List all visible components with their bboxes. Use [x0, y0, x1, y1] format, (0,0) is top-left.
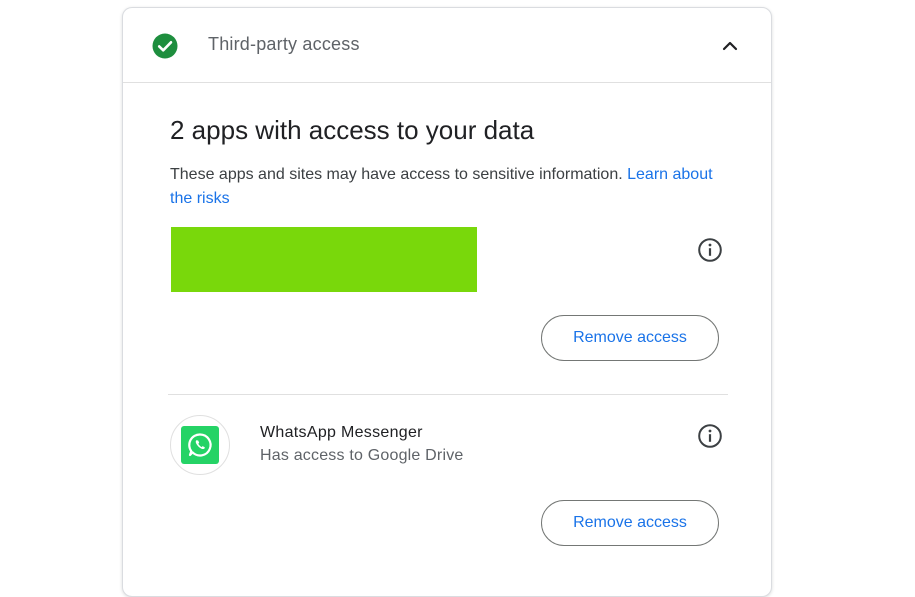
app-logo	[170, 415, 230, 475]
chevron-up-icon[interactable]	[719, 35, 741, 57]
section-header[interactable]: Third-party access	[123, 8, 771, 83]
info-icon[interactable]	[697, 423, 723, 449]
third-party-access-card: Third-party access 2 apps with access to…	[122, 7, 772, 597]
section-title: Third-party access	[208, 34, 360, 54]
info-icon[interactable]	[697, 237, 723, 263]
app-name: WhatsApp Messenger	[260, 424, 423, 441]
divider	[168, 394, 728, 395]
check-circle-icon	[152, 33, 178, 59]
whatsapp-icon	[181, 426, 219, 464]
remove-access-button[interactable]: Remove access	[541, 500, 719, 546]
page-heading: 2 apps with access to your data	[170, 115, 535, 145]
redacted-app-block	[171, 227, 477, 292]
description: These apps and sites may have access to …	[170, 163, 730, 211]
app-access-description: Has access to Google Drive	[260, 447, 464, 464]
description-text: These apps and sites may have access to …	[170, 166, 623, 183]
remove-access-button[interactable]: Remove access	[541, 315, 719, 361]
